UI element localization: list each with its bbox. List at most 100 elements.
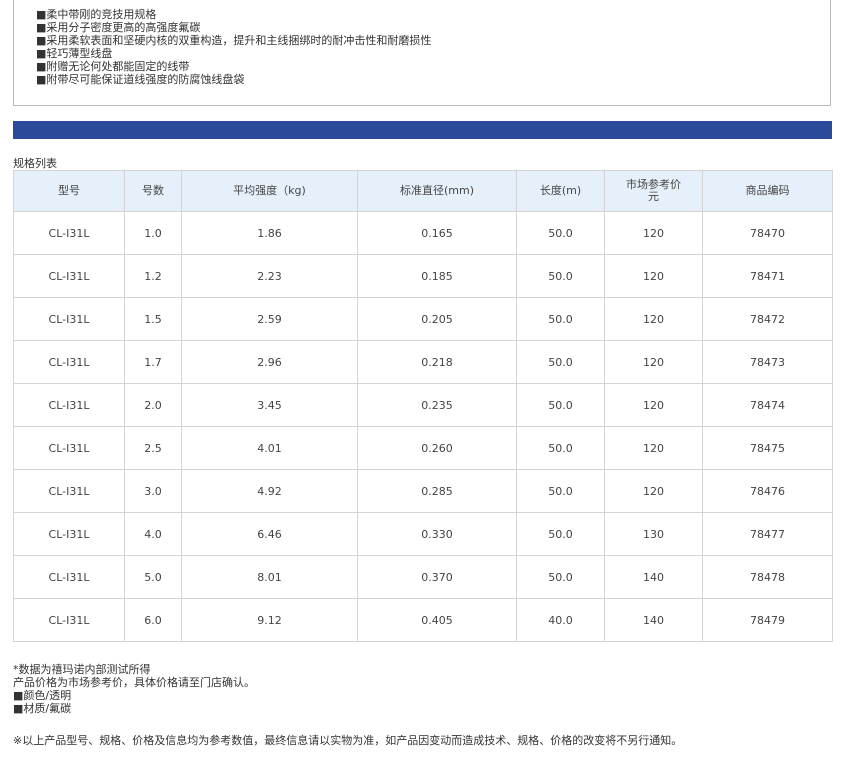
table-row: CL-I31L 2.0 3.45 0.235 50.0 120 78474 xyxy=(13,383,833,427)
cell-size: 4.0 xyxy=(124,512,182,556)
cell-diameter: 0.405 xyxy=(357,598,517,642)
cell-code: 78472 xyxy=(702,297,833,341)
cell-diameter: 0.235 xyxy=(357,383,517,427)
cell-length: 50.0 xyxy=(516,340,605,384)
feature-item: ■附带尽可能保证道线强度的防腐蚀线盘袋 xyxy=(36,73,245,86)
feature-item: ■附赠无论何处都能固定的线带 xyxy=(36,60,190,73)
cell-code: 78479 xyxy=(702,598,833,642)
note-line: 产品价格为市场参考价，具体价格请至门店确认。 xyxy=(13,676,255,689)
cell-model: CL-I31L xyxy=(13,211,125,255)
cell-model: CL-I31L xyxy=(13,297,125,341)
col-header-diameter: 标准直径(mm) xyxy=(357,170,517,212)
cell-size: 2.0 xyxy=(124,383,182,427)
col-header-length: 长度(m) xyxy=(516,170,605,212)
table-header-row: 型号 号数 平均强度（kg) 标准直径(mm) 长度(m) 市场参考价 元 商品… xyxy=(13,170,833,212)
cell-code: 78476 xyxy=(702,469,833,513)
cell-price: 140 xyxy=(604,598,703,642)
cell-model: CL-I31L xyxy=(13,512,125,556)
spec-table: 型号 号数 平均强度（kg) 标准直径(mm) 长度(m) 市场参考价 元 商品… xyxy=(13,170,833,642)
cell-length: 50.0 xyxy=(516,469,605,513)
table-row: CL-I31L 4.0 6.46 0.330 50.0 130 78477 xyxy=(13,512,833,556)
cell-strength: 2.59 xyxy=(181,297,358,341)
feature-list: ■柔中带刚的竞技用规格 ■采用分子密度更高的高强度氟碳 ■采用柔软表面和坚硬内核… xyxy=(14,0,830,86)
table-row: CL-I31L 3.0 4.92 0.285 50.0 120 78476 xyxy=(13,469,833,513)
cell-model: CL-I31L xyxy=(13,598,125,642)
cell-strength: 9.12 xyxy=(181,598,358,642)
cell-model: CL-I31L xyxy=(13,555,125,599)
cell-code: 78475 xyxy=(702,426,833,470)
feature-box: ■柔中带刚的竞技用规格 ■采用分子密度更高的高强度氟碳 ■采用柔软表面和坚硬内核… xyxy=(13,0,831,106)
disclaimer: ※以上产品型号、规格、价格及信息均为参考数值，最终信息请以实物为准，如产品因变动… xyxy=(13,734,683,747)
cell-price: 120 xyxy=(604,297,703,341)
table-row: CL-I31L 6.0 9.12 0.405 40.0 140 78479 xyxy=(13,598,833,642)
cell-size: 6.0 xyxy=(124,598,182,642)
col-header-code: 商品编码 xyxy=(702,170,833,212)
cell-model: CL-I31L xyxy=(13,469,125,513)
cell-model: CL-I31L xyxy=(13,254,125,298)
note-line: ■材质/氟碳 xyxy=(13,702,72,715)
cell-code: 78473 xyxy=(702,340,833,384)
table-row: CL-I31L 1.5 2.59 0.205 50.0 120 78472 xyxy=(13,297,833,341)
cell-strength: 6.46 xyxy=(181,512,358,556)
col-header-price: 市场参考价 元 xyxy=(604,170,703,212)
cell-code: 78470 xyxy=(702,211,833,255)
cell-strength: 2.23 xyxy=(181,254,358,298)
cell-length: 50.0 xyxy=(516,254,605,298)
cell-price: 120 xyxy=(604,254,703,298)
cell-model: CL-I31L xyxy=(13,340,125,384)
cell-length: 50.0 xyxy=(516,426,605,470)
cell-length: 50.0 xyxy=(516,512,605,556)
table-row: CL-I31L 1.2 2.23 0.185 50.0 120 78471 xyxy=(13,254,833,298)
feature-item: ■轻巧薄型线盘 xyxy=(36,47,113,60)
cell-price: 120 xyxy=(604,426,703,470)
table-row: CL-I31L 1.7 2.96 0.218 50.0 120 78473 xyxy=(13,340,833,384)
cell-model: CL-I31L xyxy=(13,383,125,427)
cell-price: 120 xyxy=(604,211,703,255)
feature-item: ■柔中带刚的竞技用规格 xyxy=(36,8,157,21)
cell-strength: 8.01 xyxy=(181,555,358,599)
cell-length: 50.0 xyxy=(516,211,605,255)
cell-strength: 1.86 xyxy=(181,211,358,255)
feature-item: ■采用分子密度更高的高强度氟碳 xyxy=(36,21,201,34)
cell-price: 130 xyxy=(604,512,703,556)
notes: *数据为禧玛诺内部测试所得 产品价格为市场参考价，具体价格请至门店确认。 ■颜色… xyxy=(13,663,255,715)
cell-diameter: 0.165 xyxy=(357,211,517,255)
cell-size: 5.0 xyxy=(124,555,182,599)
note-line: ■颜色/透明 xyxy=(13,689,72,702)
cell-size: 1.2 xyxy=(124,254,182,298)
cell-length: 50.0 xyxy=(516,383,605,427)
cell-diameter: 0.370 xyxy=(357,555,517,599)
col-header-size: 号数 xyxy=(124,170,182,212)
cell-strength: 2.96 xyxy=(181,340,358,384)
cell-size: 3.0 xyxy=(124,469,182,513)
cell-code: 78478 xyxy=(702,555,833,599)
cell-length: 50.0 xyxy=(516,555,605,599)
note-line: *数据为禧玛诺内部测试所得 xyxy=(13,663,151,676)
table-caption: 规格列表 xyxy=(13,157,57,170)
cell-strength: 4.92 xyxy=(181,469,358,513)
cell-price: 140 xyxy=(604,555,703,599)
cell-strength: 3.45 xyxy=(181,383,358,427)
cell-code: 78474 xyxy=(702,383,833,427)
cell-code: 78471 xyxy=(702,254,833,298)
feature-item: ■采用柔软表面和坚硬内核的双重构造，提升和主线捆绑时的耐冲击性和耐磨损性 xyxy=(36,34,432,47)
cell-model: CL-I31L xyxy=(13,426,125,470)
cell-diameter: 0.330 xyxy=(357,512,517,556)
cell-diameter: 0.285 xyxy=(357,469,517,513)
cell-diameter: 0.218 xyxy=(357,340,517,384)
section-divider-bar xyxy=(13,121,832,139)
table-row: CL-I31L 5.0 8.01 0.370 50.0 140 78478 xyxy=(13,555,833,599)
cell-price: 120 xyxy=(604,469,703,513)
cell-length: 50.0 xyxy=(516,297,605,341)
table-row: CL-I31L 1.0 1.86 0.165 50.0 120 78470 xyxy=(13,211,833,255)
cell-diameter: 0.205 xyxy=(357,297,517,341)
col-header-model: 型号 xyxy=(13,170,125,212)
col-header-strength: 平均强度（kg) xyxy=(181,170,358,212)
table-row: CL-I31L 2.5 4.01 0.260 50.0 120 78475 xyxy=(13,426,833,470)
cell-length: 40.0 xyxy=(516,598,605,642)
cell-size: 1.5 xyxy=(124,297,182,341)
cell-size: 1.0 xyxy=(124,211,182,255)
cell-strength: 4.01 xyxy=(181,426,358,470)
cell-size: 2.5 xyxy=(124,426,182,470)
cell-size: 1.7 xyxy=(124,340,182,384)
